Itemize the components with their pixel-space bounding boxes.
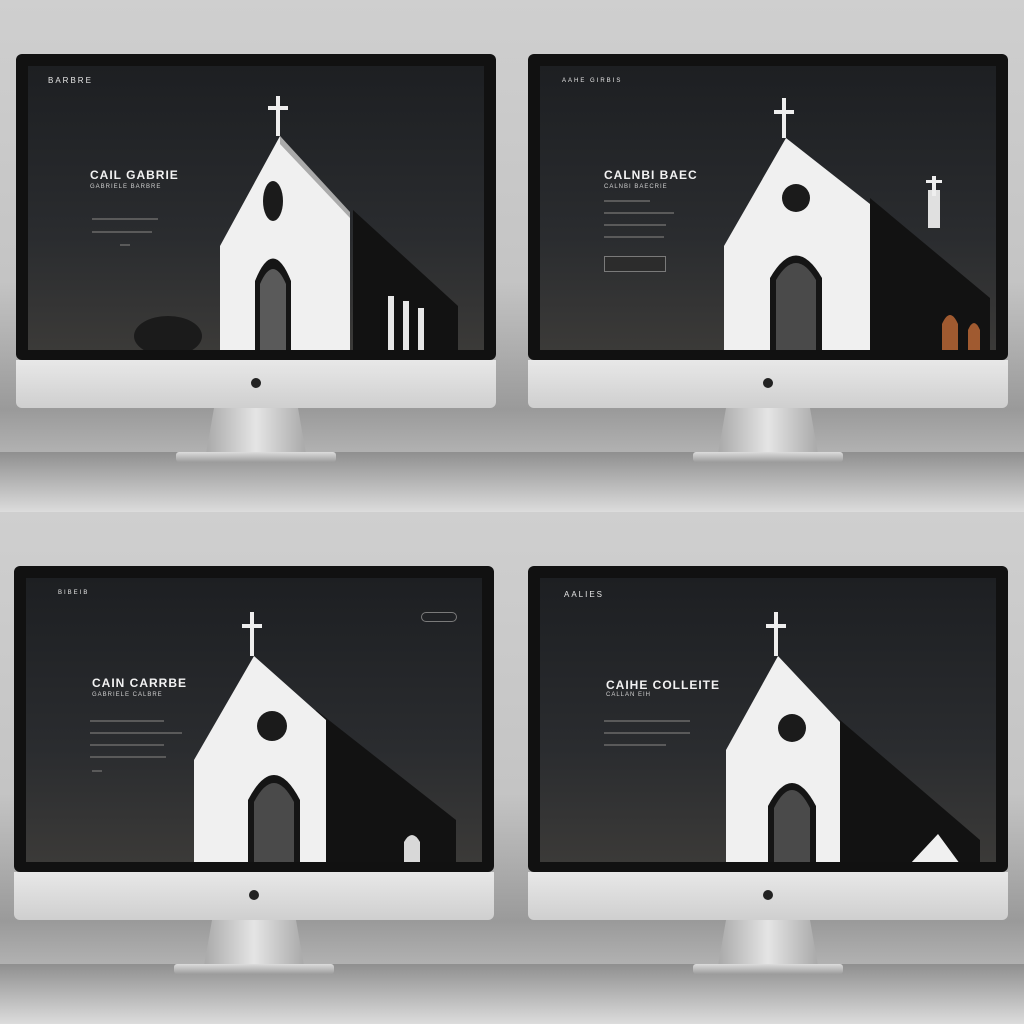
text-line <box>604 744 666 746</box>
text-line <box>90 720 164 722</box>
hero-subtitle: CALNBI BAECRIE <box>604 184 668 190</box>
site-logo[interactable]: AAHE GIRBIS <box>562 78 622 84</box>
cta-button[interactable] <box>604 256 666 272</box>
text-line <box>90 744 164 746</box>
apple-logo-icon <box>763 890 773 900</box>
church-image <box>134 96 458 350</box>
text-line <box>90 732 182 734</box>
text-line <box>92 770 102 772</box>
hero-subtitle: CALLAN EIH <box>606 692 652 698</box>
monitor: BARBRE CAIL GABRIE GABRIELE BARBRE <box>16 54 496 464</box>
site-logo[interactable]: BIBEIB <box>58 590 89 596</box>
mockup-panel-3: BIBEIB CAIN CARRBE GABRIELE CALBRE <box>0 512 512 1024</box>
apple-logo-icon <box>763 378 773 388</box>
mockup-panel-4: AALIES CAIHE COLLEITE CALLAN EIH <box>512 512 1024 1024</box>
website-screen: AAHE GIRBIS CALNBI BAEC CALNBI BAECRIE <box>540 66 996 350</box>
site-logo[interactable]: AALIES <box>564 590 604 599</box>
website-screen: BIBEIB CAIN CARRBE GABRIELE CALBRE <box>26 578 482 862</box>
mockup-panel-2: AAHE GIRBIS CALNBI BAEC CALNBI BAECRIE <box>512 0 1024 512</box>
church-image <box>724 98 990 350</box>
text-line <box>604 732 690 734</box>
text-line <box>604 720 690 722</box>
monitor: AAHE GIRBIS CALNBI BAEC CALNBI BAECRIE <box>528 54 1008 464</box>
hero-title: CALNBI BAEC <box>604 168 698 182</box>
website-screen: BARBRE CAIL GABRIE GABRIELE BARBRE <box>28 66 484 350</box>
church-image <box>726 612 980 862</box>
text-line <box>604 224 666 226</box>
hero-subtitle: GABRIELE CALBRE <box>92 692 163 698</box>
hero-title: CAIN CARRBE <box>92 676 187 690</box>
mockup-grid: BARBRE CAIL GABRIE GABRIELE BARBRE AAHE … <box>0 0 1024 1024</box>
monitor: BIBEIB CAIN CARRBE GABRIELE CALBRE <box>14 566 494 976</box>
text-line <box>604 236 664 238</box>
text-line <box>604 200 650 202</box>
church-image <box>194 612 456 862</box>
text-line <box>604 212 674 214</box>
website-screen: AALIES CAIHE COLLEITE CALLAN EIH <box>540 578 996 862</box>
site-logo[interactable]: BARBRE <box>48 76 93 85</box>
apple-logo-icon <box>251 378 261 388</box>
hero-title: CAIHE COLLEITE <box>606 678 721 692</box>
text-line <box>90 756 166 758</box>
apple-logo-icon <box>249 890 259 900</box>
mockup-panel-1: BARBRE CAIL GABRIE GABRIELE BARBRE <box>0 0 512 512</box>
monitor: AALIES CAIHE COLLEITE CALLAN EIH <box>528 566 1008 976</box>
